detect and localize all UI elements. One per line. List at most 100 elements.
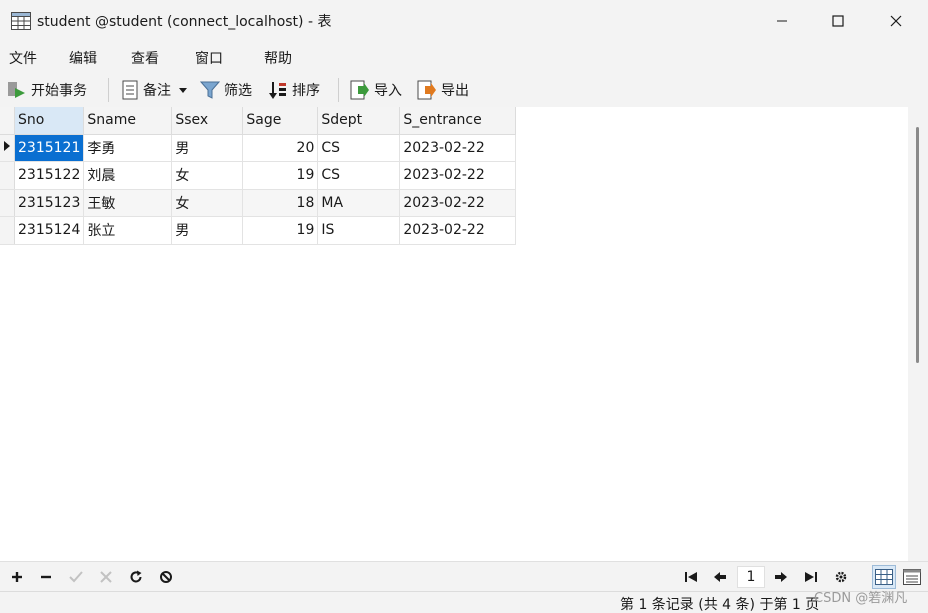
record-nav-bar: 1 <box>0 561 928 591</box>
vertical-scrollbar[interactable] <box>908 107 928 561</box>
apply-changes-button[interactable] <box>66 567 86 587</box>
x-icon <box>100 571 112 583</box>
refresh-button[interactable] <box>126 567 146 587</box>
table-row[interactable]: 2315122 刘晨 女 19 CS 2023-02-22 <box>0 161 517 190</box>
table-cell[interactable]: 2315122 <box>14 161 85 190</box>
import-label: 导入 <box>374 83 402 99</box>
table-cell[interactable]: 19 <box>242 216 319 245</box>
record-status-text: 第 1 条记录 (共 4 条) 于第 1 页 <box>620 597 820 613</box>
table-cell[interactable]: 张立 <box>83 216 173 245</box>
toolbar: 开始事务 备注 筛选 排序 导入 导出 <box>0 73 928 107</box>
row-indicator-header <box>0 107 15 135</box>
table-cell[interactable]: 19 <box>242 161 319 190</box>
form-view-button[interactable] <box>901 567 923 587</box>
begin-transaction-icon <box>8 82 25 98</box>
stop-button[interactable] <box>156 567 176 587</box>
table-cell[interactable]: 2315124 <box>14 216 85 245</box>
export-icon <box>417 80 436 100</box>
data-table: Sno Sname Ssex Sage Sdept S_entrance 231… <box>0 107 517 245</box>
delete-record-button[interactable] <box>36 567 56 587</box>
table-cell[interactable]: 王敏 <box>83 189 173 217</box>
window-title: student @student (connect_localhost) - 表 <box>37 13 332 30</box>
table-cell[interactable]: 男 <box>171 216 244 245</box>
toolbar-divider <box>338 78 339 102</box>
menu-window[interactable]: 窗口 <box>195 48 223 68</box>
discard-changes-button[interactable] <box>96 567 116 587</box>
export-label: 导出 <box>441 83 469 99</box>
row-indicator <box>0 161 15 190</box>
maximize-button[interactable] <box>810 0 866 41</box>
table-cell[interactable]: 2023-02-22 <box>399 161 517 190</box>
table-cell[interactable]: IS <box>317 216 401 245</box>
column-header-ssex[interactable]: Ssex <box>171 107 244 135</box>
table-cell[interactable]: 2023-02-22 <box>399 216 517 245</box>
menu-help[interactable]: 帮助 <box>264 48 292 68</box>
sort-icon <box>269 82 286 99</box>
arrow-left-icon <box>714 572 726 582</box>
maximize-icon <box>832 14 844 27</box>
column-header-sdept[interactable]: Sdept <box>317 107 401 135</box>
sort-button[interactable]: 排序 <box>268 78 320 102</box>
table-cell[interactable]: 2023-02-22 <box>399 134 517 162</box>
table-row[interactable]: 2315121 李勇 男 20 CS 2023-02-22 <box>0 134 517 162</box>
begin-transaction-button[interactable]: 开始事务 <box>7 78 87 102</box>
table-cell[interactable]: 18 <box>242 189 319 217</box>
status-bar: 第 1 条记录 (共 4 条) 于第 1 页 <box>0 591 928 613</box>
row-indicator <box>0 189 15 217</box>
previous-page-button[interactable] <box>710 567 730 587</box>
grid-view-button[interactable] <box>872 565 896 589</box>
table-row[interactable]: 2315123 王敏 女 18 MA 2023-02-22 <box>0 189 517 217</box>
settings-button[interactable] <box>831 567 851 587</box>
plus-icon <box>12 572 22 582</box>
notes-button[interactable]: 备注 <box>121 78 193 102</box>
table-cell[interactable]: 2315123 <box>14 189 85 217</box>
column-header-s-entrance[interactable]: S_entrance <box>399 107 517 135</box>
sort-label: 排序 <box>292 83 320 99</box>
column-header-sno[interactable]: Sno <box>14 107 85 135</box>
table-cell[interactable]: CS <box>317 161 401 190</box>
chevron-down-icon <box>179 88 187 93</box>
minimize-button[interactable] <box>754 0 810 41</box>
table-cell[interactable]: MA <box>317 189 401 217</box>
menu-view[interactable]: 查看 <box>131 48 159 68</box>
arrow-right-icon <box>775 572 787 582</box>
table-cell[interactable]: 李勇 <box>83 134 173 162</box>
table-row[interactable]: 2315124 张立 男 19 IS 2023-02-22 <box>0 216 517 245</box>
refresh-icon <box>130 570 142 583</box>
column-header-sname[interactable]: Sname <box>83 107 173 135</box>
import-button[interactable]: 导入 <box>350 78 402 102</box>
first-page-icon <box>685 572 697 582</box>
menu-edit[interactable]: 编辑 <box>69 48 97 68</box>
filter-label: 筛选 <box>224 83 252 99</box>
table-cell[interactable]: CS <box>317 134 401 162</box>
toolbar-divider <box>108 78 109 102</box>
table-cell[interactable]: 2023-02-22 <box>399 189 517 217</box>
close-button[interactable] <box>868 0 924 41</box>
last-page-button[interactable] <box>801 567 821 587</box>
table-icon <box>11 11 31 30</box>
table-cell[interactable]: 男 <box>171 134 244 162</box>
table-cell[interactable]: 2315121 <box>14 134 85 162</box>
next-page-button[interactable] <box>771 567 791 587</box>
first-page-button[interactable] <box>681 567 701 587</box>
filter-icon <box>200 81 220 99</box>
notes-label: 备注 <box>143 83 171 99</box>
menu-bar: 文件 编辑 查看 窗口 帮助 <box>0 41 928 73</box>
scrollbar-thumb[interactable] <box>916 127 919 363</box>
table-cell[interactable]: 20 <box>242 134 319 162</box>
table-cell[interactable]: 女 <box>171 161 244 190</box>
import-icon <box>350 80 369 100</box>
current-row-indicator <box>0 134 15 162</box>
current-row-arrow-icon <box>4 140 10 151</box>
table-cell[interactable]: 女 <box>171 189 244 217</box>
grid-view-icon <box>875 569 893 585</box>
watermark-text: CSDN @箬渊凡 <box>814 591 908 606</box>
filter-button[interactable]: 筛选 <box>200 78 252 102</box>
begin-transaction-label: 开始事务 <box>31 83 87 99</box>
table-cell[interactable]: 刘晨 <box>83 161 173 190</box>
page-number-input[interactable]: 1 <box>737 566 765 588</box>
column-header-sage[interactable]: Sage <box>242 107 319 135</box>
export-button[interactable]: 导出 <box>417 78 469 102</box>
menu-file[interactable]: 文件 <box>9 48 37 68</box>
add-record-button[interactable] <box>7 567 27 587</box>
